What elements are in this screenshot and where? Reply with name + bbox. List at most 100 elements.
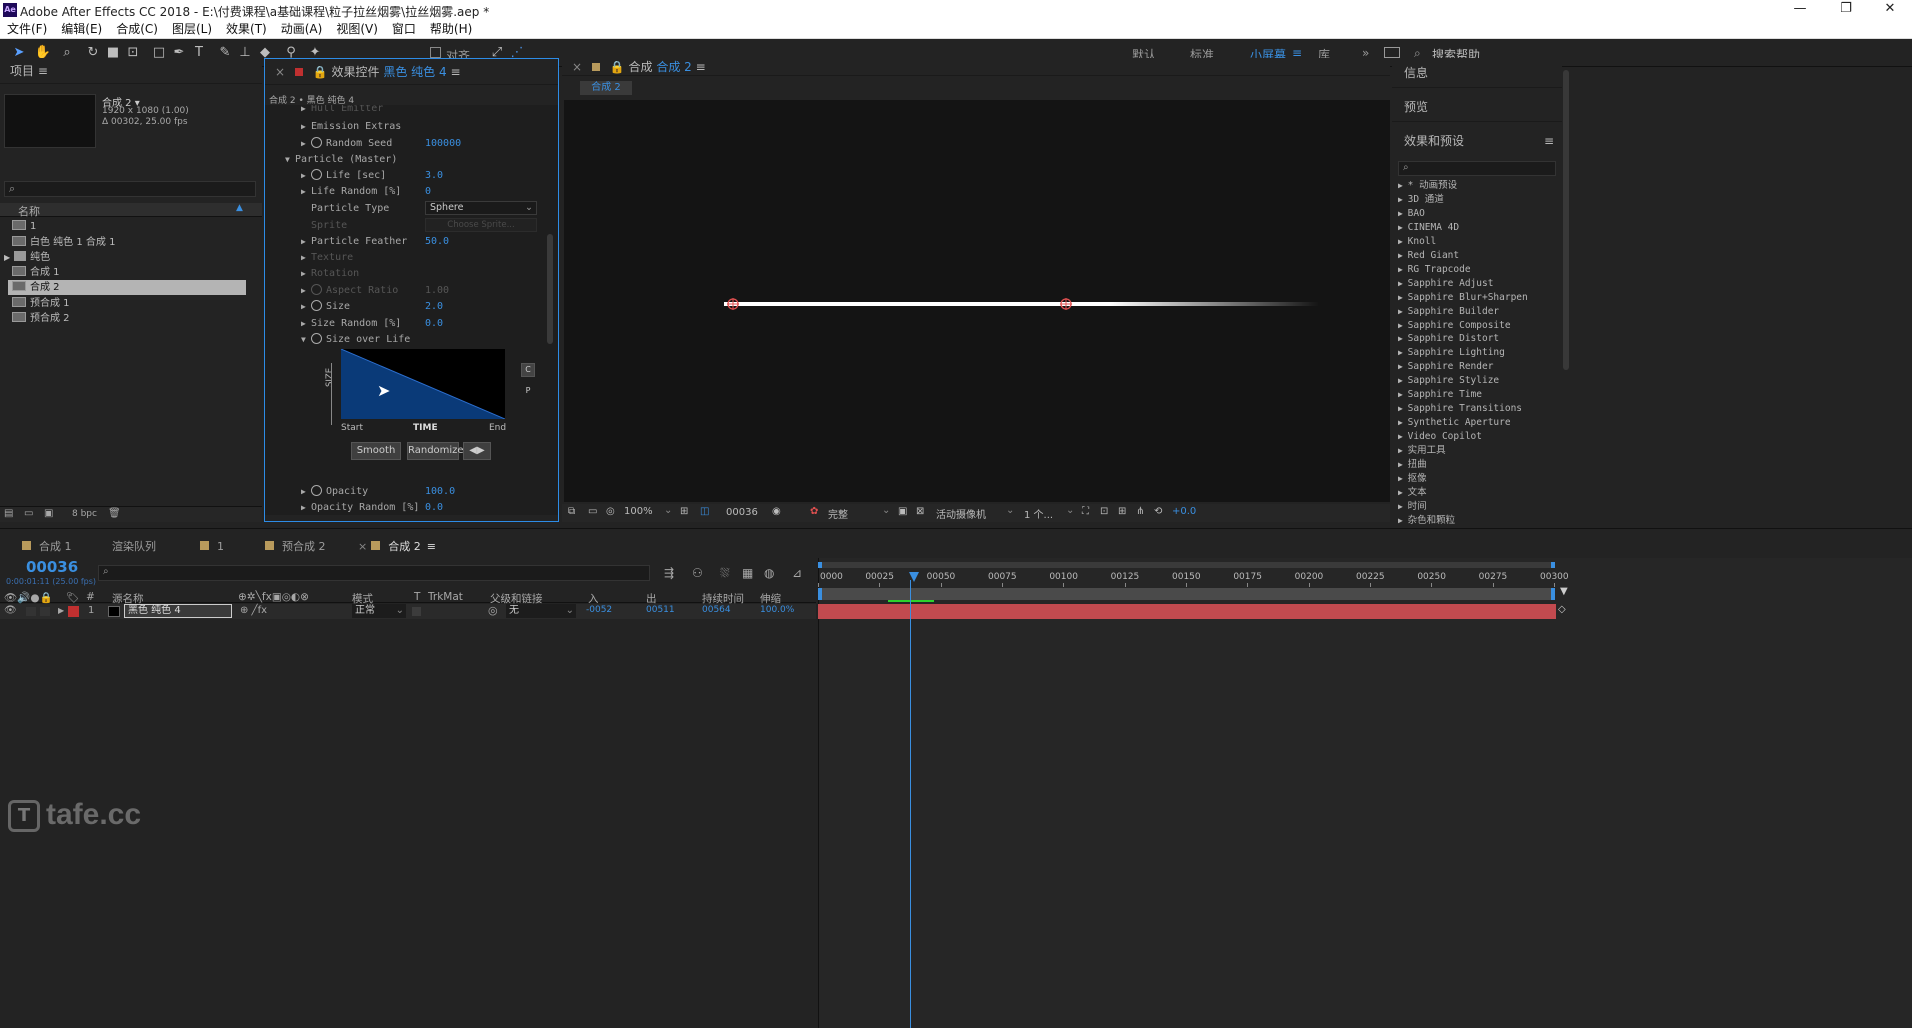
collapse-arrow-icon[interactable]: ▼ bbox=[301, 332, 311, 347]
opacity-value[interactable]: 100.0 bbox=[425, 484, 455, 499]
effects-category-item[interactable]: ▶ Sapphire Builder bbox=[1398, 305, 1499, 319]
time-navigator-start-handle[interactable] bbox=[818, 562, 822, 568]
expand-arrow-icon[interactable]: ▶ bbox=[301, 283, 311, 298]
effect-row-opacity[interactable]: ▶ Opacity bbox=[301, 484, 368, 499]
parent-select[interactable]: 无 ⌄ bbox=[506, 604, 576, 618]
collapse-arrow-icon[interactable]: ▼ bbox=[285, 152, 295, 167]
layer-stretch[interactable]: 100.0% bbox=[760, 605, 794, 615]
expand-arrow-icon[interactable]: ▶ bbox=[1398, 307, 1408, 316]
visibility-eye-icon[interactable]: 👁 bbox=[4, 605, 17, 616]
project-item-selected[interactable]: 合成 2 bbox=[8, 280, 246, 295]
effects-category-item[interactable]: ▶ Sapphire Composite bbox=[1398, 319, 1511, 333]
effects-category-item[interactable]: ▶ Video Copilot bbox=[1398, 430, 1482, 444]
effect-row[interactable]: ▶ Hull Emitter bbox=[301, 105, 383, 116]
layer-duration[interactable]: 00564 bbox=[702, 605, 731, 615]
effects-category-item[interactable]: ▶ 3D 通道 bbox=[1398, 193, 1444, 207]
sync-settings-icon[interactable] bbox=[1384, 47, 1400, 58]
expand-arrow-icon[interactable]: ▶ bbox=[1398, 265, 1408, 274]
menu-edit[interactable]: 编辑(E) bbox=[54, 20, 109, 38]
effect-row-particle-master[interactable]: ▼ Particle (Master) bbox=[285, 152, 397, 167]
expand-arrow-icon[interactable]: ▶ bbox=[301, 184, 311, 199]
menu-composition[interactable]: 合成(C) bbox=[109, 20, 165, 38]
smooth-button[interactable]: Smooth bbox=[351, 442, 401, 460]
comp-flowchart-icon[interactable]: ⋔ bbox=[1136, 506, 1144, 517]
layer-row[interactable]: 👁 ▶ 1 黑色 纯色 4 ⊕ ╱fx 正常 ⌄ ◎ 无 ⌄ -0052 00511… bbox=[0, 604, 816, 619]
graph-editor-icon[interactable]: ⊿ bbox=[792, 566, 802, 580]
layer-duration-bar[interactable] bbox=[818, 604, 1556, 619]
expand-arrow-icon[interactable]: ▶ bbox=[1398, 488, 1408, 497]
effects-category-item[interactable]: ▶ Synthetic Aperture bbox=[1398, 416, 1511, 430]
snap-checkbox[interactable] bbox=[430, 47, 441, 58]
expand-arrow-icon[interactable]: ▶ bbox=[1398, 223, 1408, 232]
effect-row-aspect-ratio[interactable]: ▶ Aspect Ratio bbox=[301, 283, 398, 298]
menu-layer[interactable]: 图层(L) bbox=[165, 20, 219, 38]
bpc-label[interactable]: 8 bpc bbox=[72, 509, 97, 519]
motion-blur-icon[interactable]: ◍ bbox=[764, 566, 774, 580]
menu-animation[interactable]: 动画(A) bbox=[274, 20, 330, 38]
effects-category-item[interactable]: ▶ Sapphire Blur+Sharpen bbox=[1398, 291, 1528, 305]
effects-category-item[interactable]: ▶ Sapphire Render bbox=[1398, 360, 1493, 374]
timeline-track-area[interactable] bbox=[818, 558, 1912, 1028]
menu-effect[interactable]: 效果(T) bbox=[219, 20, 274, 38]
expand-arrow-icon[interactable]: ▶ bbox=[1398, 348, 1408, 357]
project-item[interactable]: 1 bbox=[12, 219, 36, 234]
effects-category-item[interactable]: ▶ 抠像 bbox=[1398, 472, 1427, 486]
expand-arrow-icon[interactable]: ▶ bbox=[1398, 516, 1408, 525]
graph-side-p-button[interactable]: P bbox=[521, 385, 535, 399]
size-random-value[interactable]: 0.0 bbox=[425, 316, 443, 331]
info-panel-tab[interactable]: 信息 bbox=[1392, 58, 1562, 88]
effects-category-item[interactable]: ▶ 时间 bbox=[1398, 500, 1427, 514]
opacity-random-value[interactable]: 0.0 bbox=[425, 500, 443, 515]
expand-arrow-icon[interactable]: ▶ bbox=[1398, 293, 1408, 302]
views-select[interactable]: 1 个... bbox=[1024, 506, 1053, 521]
effects-category-item[interactable]: ▶ CINEMA 4D bbox=[1398, 221, 1459, 235]
effects-search-input[interactable]: ⌕ bbox=[1398, 161, 1556, 176]
expand-arrow-icon[interactable]: ▶ bbox=[301, 136, 311, 151]
sort-ascending-icon[interactable]: ▲ bbox=[236, 203, 243, 213]
effects-category-item[interactable]: ▶ Sapphire Adjust bbox=[1398, 277, 1493, 291]
current-time-field[interactable]: 00036 bbox=[726, 507, 758, 518]
work-area-bar[interactable] bbox=[818, 588, 1554, 600]
roi-icon[interactable]: ▣ bbox=[898, 506, 907, 517]
size-over-life-graph[interactable] bbox=[341, 349, 505, 419]
draft-3d-toggle-icon[interactable]: ⚇ bbox=[692, 566, 703, 580]
menu-file[interactable]: 文件(F) bbox=[0, 20, 54, 38]
effects-category-item[interactable]: ▶ 杂色和颗粒 bbox=[1398, 514, 1455, 528]
project-search-input[interactable]: ⌕ bbox=[4, 181, 256, 197]
playhead-line[interactable] bbox=[910, 580, 911, 1028]
particle-type-select[interactable]: Sphere ⌄ bbox=[425, 201, 537, 215]
expand-arrow-icon[interactable]: ▶ bbox=[1398, 195, 1408, 204]
expand-arrow-icon[interactable]: ▶ bbox=[301, 119, 311, 134]
new-comp-icon[interactable]: ▣ bbox=[44, 508, 53, 519]
camera-select[interactable]: 活动摄像机 bbox=[936, 506, 986, 521]
expand-arrow-icon[interactable]: ▶ bbox=[301, 250, 311, 265]
expand-arrow-icon[interactable]: ▶ bbox=[301, 500, 311, 515]
layer-name-field[interactable]: 黑色 纯色 4 bbox=[124, 604, 232, 618]
graph-side-c-button[interactable]: C bbox=[521, 363, 535, 377]
project-menu-icon[interactable]: ≡ bbox=[38, 64, 48, 78]
work-area-start-handle[interactable] bbox=[818, 588, 822, 600]
expand-arrow-icon[interactable]: ▶ bbox=[1398, 502, 1408, 511]
effect-row-life-random[interactable]: ▶ Life Random [%] bbox=[301, 184, 401, 199]
effect-row-particle-feather[interactable]: ▶ Particle Feather bbox=[301, 234, 407, 249]
exposure-value[interactable]: +0.0 bbox=[1172, 506, 1196, 517]
effects-category-item[interactable]: ▶ 实用工具 bbox=[1398, 444, 1446, 458]
minimize-button[interactable]: — bbox=[1780, 0, 1820, 20]
effect-row-random-seed[interactable]: ▶ Random Seed bbox=[301, 136, 392, 151]
interpret-footage-icon[interactable]: ▤ bbox=[4, 508, 13, 519]
stopwatch-icon[interactable] bbox=[311, 137, 322, 148]
effects-category-item[interactable]: ▶ Sapphire Lighting bbox=[1398, 346, 1505, 360]
toggle-pixel-icon[interactable]: ⛶ bbox=[1082, 506, 1089, 517]
stopwatch-icon[interactable] bbox=[311, 333, 322, 344]
layer-switches-icons[interactable]: ⊕ ╱fx bbox=[240, 605, 267, 616]
expand-arrow-icon[interactable]: ▶ bbox=[1398, 418, 1408, 427]
effect-row-size[interactable]: ▶ Size bbox=[301, 299, 350, 314]
effects-category-item[interactable]: ▶ 扭曲 bbox=[1398, 458, 1427, 472]
timeline-tab-1[interactable]: 1 bbox=[200, 537, 224, 557]
layer-label-color[interactable] bbox=[68, 606, 79, 617]
stopwatch-icon[interactable] bbox=[311, 169, 322, 180]
mask-icon[interactable]: ◎ bbox=[606, 506, 615, 517]
effect-controls-menu-icon[interactable]: ≡ bbox=[450, 65, 460, 79]
project-item[interactable]: 预合成 2 bbox=[12, 311, 70, 326]
effect-row-emission-extras[interactable]: ▶ Emission Extras bbox=[301, 119, 401, 134]
